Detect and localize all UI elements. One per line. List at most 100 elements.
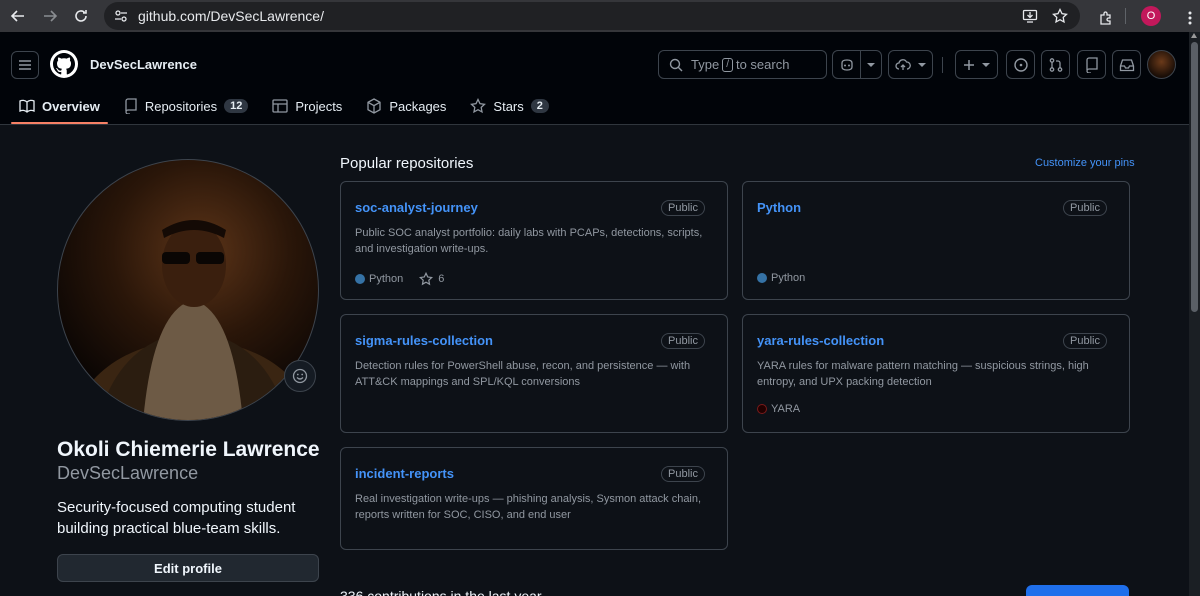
smiley-icon	[292, 368, 308, 384]
language-color-dot	[355, 274, 365, 284]
install-app-icon[interactable]	[1020, 6, 1040, 26]
reload-icon[interactable]	[67, 2, 95, 30]
page-scrollbar[interactable]	[1189, 32, 1200, 596]
portrait-illustration	[73, 220, 313, 420]
repositories-button[interactable]	[1077, 50, 1106, 79]
book-icon	[19, 99, 35, 113]
repo-description: Detection rules for PowerShell abuse, re…	[355, 360, 691, 388]
repo-card: yara-rules-collection Public YARA rules …	[742, 314, 1130, 433]
tab-overview[interactable]: Overview	[11, 88, 108, 124]
browser-toolbar: github.com/DevSecLawrence/ O	[0, 0, 1200, 32]
tab-repositories[interactable]: Repositories 12	[116, 88, 257, 124]
url-text[interactable]: github.com/DevSecLawrence/	[138, 8, 324, 24]
search-placeholder-suffix: to search	[735, 57, 790, 72]
plus-icon	[963, 59, 975, 71]
repo-meta: Python 6	[355, 272, 444, 286]
header-username[interactable]: DevSecLawrence	[90, 57, 197, 72]
tab-label: Repositories	[144, 98, 218, 114]
repo-name-link[interactable]: soc-analyst-journey	[355, 200, 478, 215]
notifications-button[interactable]	[1112, 50, 1141, 79]
repo-name-link[interactable]: yara-rules-collection	[757, 333, 884, 348]
visibility-badge: Public	[1063, 200, 1107, 216]
copilot-icon	[839, 57, 855, 73]
search-shortcut-key: /	[722, 57, 733, 72]
repositories-count-badge: 12	[224, 99, 249, 113]
codespaces-button[interactable]	[888, 50, 933, 79]
table-icon	[272, 99, 288, 113]
pull-requests-button[interactable]	[1041, 50, 1070, 79]
profile-tabs: Overview Repositories 12 Projects Packag…	[11, 88, 565, 124]
bookmark-star-icon[interactable]	[1050, 6, 1070, 26]
repo-card: Python Public Python	[742, 181, 1130, 300]
language-color-dot	[757, 404, 767, 414]
repo-language: YARA	[771, 403, 801, 415]
site-settings-icon[interactable]	[112, 7, 130, 25]
search-placeholder-prefix: Type	[691, 57, 720, 72]
visibility-badge: Public	[1063, 333, 1107, 349]
scroll-up-arrow-icon[interactable]	[1191, 33, 1197, 38]
popular-repositories-heading: Popular repositories	[340, 155, 474, 172]
hamburger-menu-icon[interactable]	[11, 51, 39, 79]
repo-name-link[interactable]: incident-reports	[355, 466, 454, 481]
issue-opened-icon	[1013, 57, 1029, 73]
tab-label: Projects	[295, 98, 343, 114]
search-input[interactable]: Type / to search	[658, 50, 827, 79]
inbox-icon	[1119, 58, 1135, 72]
forward-arrow-icon[interactable]	[36, 2, 64, 30]
package-icon	[366, 98, 382, 114]
repo-name-link[interactable]: Python	[757, 200, 801, 215]
repo-card: soc-analyst-journey Public Public SOC an…	[340, 181, 728, 300]
git-pull-request-icon	[1048, 57, 1064, 73]
user-avatar[interactable]	[1147, 50, 1176, 79]
tab-label: Overview	[42, 98, 100, 114]
tab-stars[interactable]: Stars 2	[462, 88, 556, 124]
repo-description: Real investigation write-ups — phishing …	[355, 493, 702, 521]
chevron-down-icon[interactable]	[866, 61, 876, 69]
visibility-badge: Public	[661, 333, 705, 349]
copilot-button[interactable]	[832, 50, 882, 79]
customize-pins-link[interactable]: Customize your pins	[1035, 157, 1135, 169]
browser-profile-avatar[interactable]: O	[1141, 6, 1161, 26]
browser-menu-icon[interactable]	[1176, 4, 1200, 32]
toolbar-divider	[1125, 8, 1126, 24]
repo-icon	[1085, 56, 1099, 73]
repo-description: YARA rules for malware pattern matching …	[757, 360, 1089, 388]
extensions-icon[interactable]	[1092, 4, 1120, 32]
repo-card: sigma-rules-collection Public Detection …	[340, 314, 728, 433]
edit-profile-button[interactable]: Edit profile	[57, 554, 319, 582]
create-new-button[interactable]	[955, 50, 998, 79]
set-status-emoji-button[interactable]	[284, 360, 316, 392]
repo-meta: Python	[757, 272, 805, 284]
search-icon	[669, 58, 683, 72]
contributions-heading: 336 contributions in the last year	[340, 588, 542, 596]
scrollbar-thumb[interactable]	[1191, 42, 1198, 312]
profile-full-name: Okoli Chiemerie Lawrence	[57, 438, 320, 461]
profile-login: DevSecLawrence	[57, 463, 199, 483]
visibility-badge: Public	[661, 466, 705, 482]
repo-language: Python	[771, 272, 806, 284]
header-divider	[942, 57, 943, 73]
copilot-divider	[860, 51, 861, 78]
star-icon	[470, 98, 487, 114]
tab-projects[interactable]: Projects	[264, 88, 350, 124]
github-header: DevSecLawrence Type / to search Overview…	[0, 32, 1200, 125]
tab-label: Packages	[389, 98, 447, 114]
contribution-settings-button[interactable]	[1026, 585, 1129, 596]
language-color-dot	[757, 273, 767, 283]
chevron-down-icon	[917, 61, 927, 69]
tab-packages[interactable]: Packages	[358, 88, 454, 124]
address-bar[interactable]: github.com/DevSecLawrence/	[104, 2, 1080, 30]
issues-button[interactable]	[1006, 50, 1035, 79]
star-icon[interactable]	[419, 272, 434, 286]
profile-bio: Security-focused computing student build…	[57, 499, 296, 537]
back-arrow-icon[interactable]	[4, 2, 32, 30]
repo-name-link[interactable]: sigma-rules-collection	[355, 333, 493, 348]
repo-card: incident-reports Public Real investigati…	[340, 447, 728, 550]
stars-count-badge: 2	[530, 99, 549, 113]
cloud-icon	[894, 58, 911, 72]
profile-avatar[interactable]	[57, 159, 319, 421]
github-logo-icon[interactable]	[50, 50, 78, 78]
repo-stars-count[interactable]: 6	[438, 273, 444, 285]
repo-meta: YARA	[757, 403, 800, 415]
repo-icon	[124, 98, 138, 114]
